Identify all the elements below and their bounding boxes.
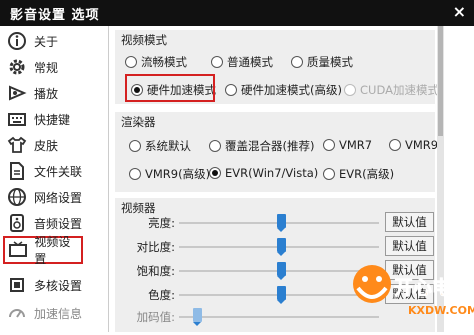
renderer-title: 渲染器 [121,115,156,129]
sidebar-item-label: 网络设置 [34,190,83,205]
sidebar-item-label: 常规 [34,60,59,75]
radio-overlay-mixer[interactable]: 覆盖混合器(推荐) [209,138,314,154]
radio-hardware-acceleration-advanced[interactable]: 硬件加速模式(高级) [225,82,342,98]
hue-slider-thumb[interactable] [277,286,286,304]
video-adjust-title: 视频器 [121,201,156,215]
radio-evr-advanced[interactable]: EVR(高级) [323,166,394,182]
radio-smooth-mode[interactable]: 流畅模式 [125,54,187,70]
radio-system-default[interactable]: 系统默认 [129,138,191,154]
watermark-logo: 开心电玩 KXDW.COM [348,262,474,332]
sidebar-item-video[interactable]: 视频设置 [3,235,83,266]
video-mode-title: 视频模式 [121,33,167,47]
window-title: 影音设置 选项 [10,8,100,23]
radio-cuda-acceleration-mode: CUDA加速模式 [344,82,439,98]
keyboard-icon [6,108,28,130]
renderer-group: 渲染器 系统默认 覆盖混合器(推荐) VMR7 VMR9 VMR9(高级) EV… [115,112,438,192]
sidebar: 关于 常规 播放 快捷键 皮肤 文件关联 网络设置 音频设置 视频设置 多核设置… [0,26,109,332]
title-bar: 影音设置 选项 × [0,0,474,26]
sidebar-item-label: 快捷键 [34,112,71,127]
sidebar-item-network[interactable]: 网络设置 [0,184,108,210]
sidebar-item-playback[interactable]: 播放 [0,80,108,106]
highlight-box [125,74,215,102]
brightness-slider-thumb[interactable] [277,214,286,232]
scrollbar-thumb[interactable] [438,26,443,136]
accel-value-label: 加码值: [136,310,175,324]
video-mode-group: 视频模式 流畅模式 普通模式 质量模式 硬件加速模式 硬件加速模式(高级) CU… [115,30,439,104]
brightness-label: 亮度: [148,216,175,230]
radio-normal-mode[interactable]: 普通模式 [211,54,273,70]
sidebar-item-acceleration-info[interactable]: 加速信息 [0,300,108,326]
saturation-label: 饱和度: [136,264,175,278]
sidebar-item-label: 音频设置 [34,216,83,231]
radio-evr-win7-vista[interactable]: EVR(Win7/Vista) [209,166,318,180]
brightness-reset-button[interactable]: 默认值 [385,212,434,232]
svg-text:开心电玩: 开心电玩 [394,276,470,299]
sidebar-item-label: 关于 [34,34,59,49]
radio-vmr7[interactable]: VMR7 [323,138,372,152]
sidebar-item-shortcuts[interactable]: 快捷键 [0,106,108,132]
gear-icon [6,56,28,78]
cpu-icon [6,274,28,296]
tv-icon [7,239,28,261]
sidebar-item-multicore[interactable]: 多核设置 [0,272,108,298]
contrast-slider-thumb[interactable] [277,238,286,256]
play-icon [6,82,28,104]
speed-icon [6,302,28,324]
accel-value-slider-thumb[interactable] [193,308,202,326]
radio-quality-mode[interactable]: 质量模式 [291,54,353,70]
svg-text:KXDW.COM: KXDW.COM [408,304,474,317]
sidebar-item-label: 视频设置 [34,235,71,266]
sidebar-item-general[interactable]: 常规 [0,54,108,80]
sidebar-item-label: 文件关联 [34,164,83,179]
sidebar-item-about[interactable]: 关于 [0,28,108,54]
sidebar-item-skin[interactable]: 皮肤 [0,132,108,158]
speaker-icon [6,212,28,234]
sidebar-item-label: 加速信息 [34,306,83,321]
info-icon [6,30,28,52]
sidebar-item-file-association[interactable]: 文件关联 [0,158,108,184]
globe-icon [6,186,28,208]
close-button[interactable]: × [453,2,466,21]
radio-vmr9-advanced[interactable]: VMR9(高级) [129,166,210,182]
contrast-reset-button[interactable]: 默认值 [385,236,434,256]
hue-label: 色度: [148,288,175,302]
radio-vmr9[interactable]: VMR9 [389,138,438,152]
sidebar-item-label: 皮肤 [34,138,59,153]
saturation-slider-thumb[interactable] [277,262,286,280]
sidebar-item-label: 播放 [34,86,59,101]
sidebar-item-label: 多核设置 [34,278,83,293]
shirt-icon [6,134,28,156]
contrast-label: 对比度: [136,240,175,254]
file-icon [6,160,28,182]
